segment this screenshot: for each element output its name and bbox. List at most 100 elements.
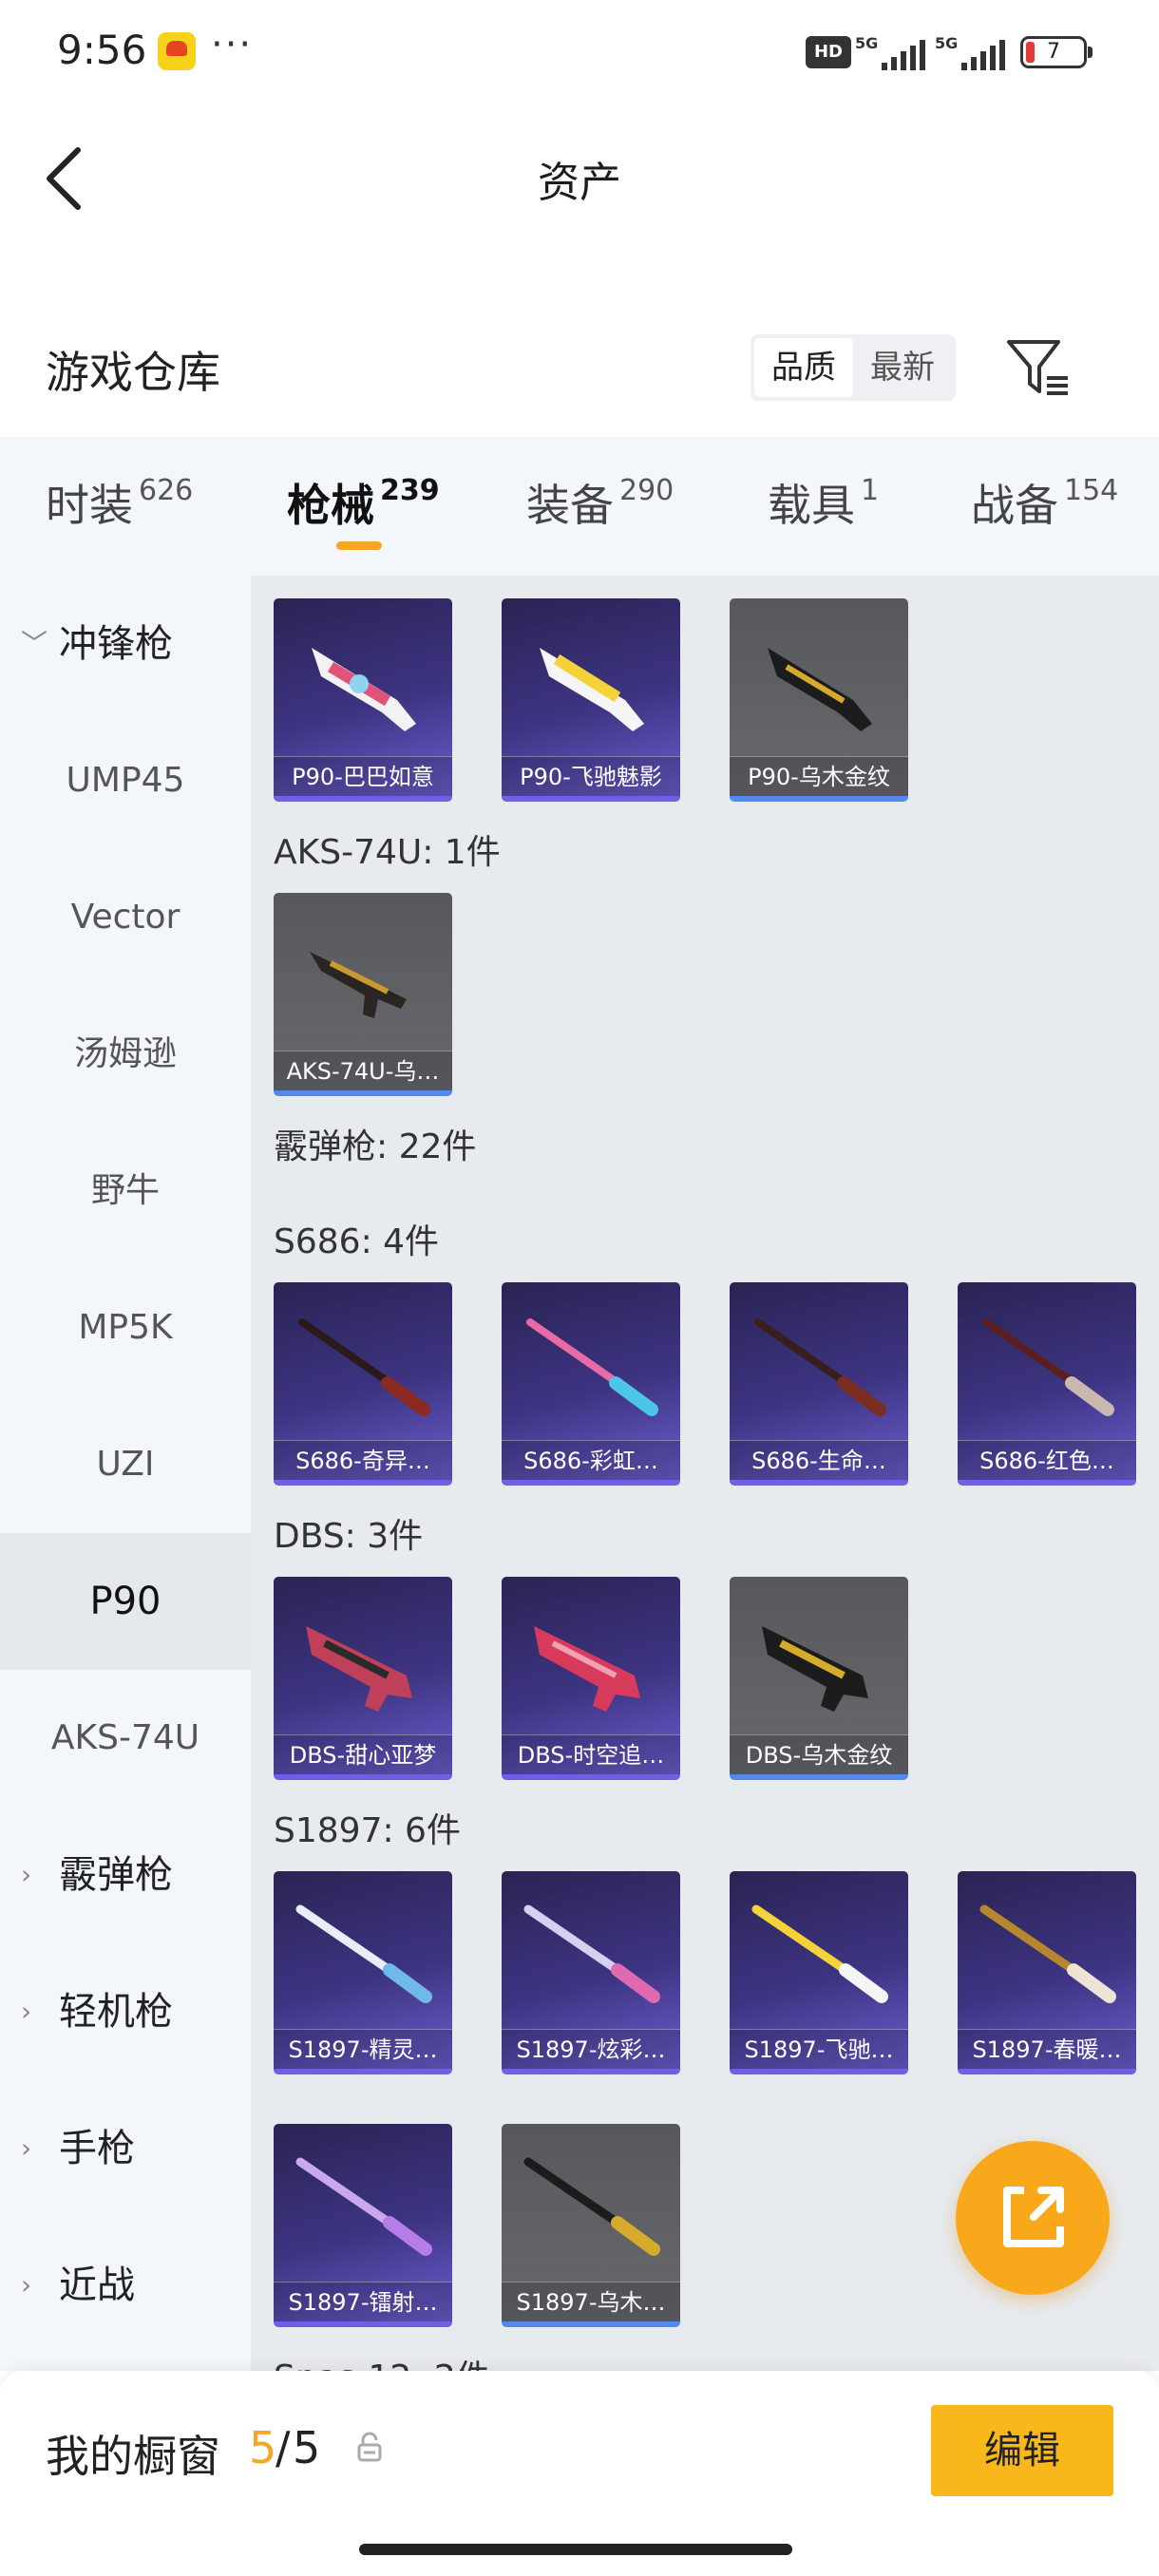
s1897-skin-icon bbox=[979, 1904, 1116, 2003]
sidebar-item-uzi[interactable]: UZI bbox=[0, 1396, 251, 1533]
home-indicator[interactable] bbox=[359, 2544, 792, 2555]
sidebar-item-ump45[interactable]: UMP45 bbox=[0, 712, 251, 849]
item-card[interactable]: S1897-乌木… bbox=[502, 2124, 680, 2327]
section-header-shotgun: 霰弹枪: 22件 bbox=[274, 1127, 477, 1166]
share-button[interactable] bbox=[956, 2141, 1110, 2295]
sidebar-item-pistol[interactable]: › 手枪 bbox=[0, 2080, 251, 2217]
item-card[interactable]: DBS-乌木金纹 bbox=[730, 1577, 908, 1780]
sidebar-item-smg[interactable]: ﹀ 冲锋枪 bbox=[0, 576, 251, 712]
hd-icon: HD bbox=[806, 36, 851, 68]
app-notification-icon bbox=[158, 32, 196, 70]
tab-equipment[interactable]: 装备 290 bbox=[526, 471, 674, 534]
dbs-skin-icon bbox=[306, 1626, 412, 1712]
sidebar-item-p90[interactable]: P90 bbox=[0, 1533, 251, 1670]
sort-newest-button[interactable]: 最新 bbox=[853, 338, 952, 397]
tab-label: 时装 bbox=[46, 480, 133, 531]
sort-quality-button[interactable]: 品质 bbox=[754, 338, 853, 397]
tab-count: 290 bbox=[619, 474, 674, 507]
s686-skin-icon bbox=[982, 1318, 1114, 1416]
item-card[interactable]: S1897-镭射… bbox=[274, 2124, 452, 2327]
item-card[interactable]: AKS-74U-乌… bbox=[274, 893, 452, 1096]
showcase-separator: / bbox=[276, 2422, 291, 2473]
sidebar-item-shotgun[interactable]: › 霰弹枪 bbox=[0, 1807, 251, 1943]
page-title: 资产 bbox=[538, 159, 621, 207]
tab-firearms[interactable]: 枪械 239 bbox=[287, 471, 440, 534]
p90-skin-icon bbox=[768, 648, 872, 731]
item-card[interactable]: S686-生命… bbox=[730, 1282, 908, 1486]
sidebar-item-label: 轻机枪 bbox=[59, 1990, 173, 2034]
item-card[interactable]: S686-奇异… bbox=[274, 1282, 452, 1486]
s1897-skin-icon bbox=[523, 2157, 660, 2256]
chevron-right-icon: › bbox=[21, 1996, 32, 2027]
item-card[interactable]: S686-红色… bbox=[958, 1282, 1136, 1486]
item-name: S686-彩虹… bbox=[502, 1440, 680, 1480]
section-header-aks74u: AKS-74U: 1件 bbox=[274, 833, 501, 872]
tab-count: 239 bbox=[380, 474, 440, 507]
chevron-right-icon: › bbox=[21, 2132, 32, 2164]
s686-skin-icon bbox=[298, 1318, 430, 1416]
item-name: S1897-镭射… bbox=[274, 2282, 452, 2321]
tab-label: 装备 bbox=[526, 480, 614, 531]
item-name: DBS-乌木金纹 bbox=[730, 1734, 908, 1774]
status-time: 9:56 bbox=[57, 27, 147, 73]
aks74u-skin-icon bbox=[310, 952, 407, 1018]
showcase-bar: 我的橱窗 5 / 5 编辑 bbox=[0, 2371, 1159, 2576]
item-card[interactable]: S1897-精灵… bbox=[274, 1871, 452, 2074]
sort-toggle: 品质 最新 bbox=[750, 334, 956, 401]
item-card[interactable]: P90-飞驰魅影 bbox=[502, 598, 680, 802]
tab-active-indicator bbox=[336, 541, 382, 550]
item-card[interactable]: P90-巴巴如意 bbox=[274, 598, 452, 802]
p90-skin-icon bbox=[312, 648, 416, 731]
item-card[interactable]: DBS-甜心亚梦 bbox=[274, 1577, 452, 1780]
item-name: DBS-甜心亚梦 bbox=[274, 1734, 452, 1774]
dbs-skin-icon bbox=[534, 1626, 640, 1712]
sidebar-item-bizon[interactable]: 野牛 bbox=[0, 1123, 251, 1260]
item-card[interactable]: S1897-春暖… bbox=[958, 1871, 1136, 2074]
tab-label: 载具 bbox=[768, 480, 855, 531]
chevron-down-icon: ﹀ bbox=[21, 628, 48, 659]
weapon-grid: P90-巴巴如意 P90-飞驰魅影 P90-乌木金纹 AKS-74U: 1件 A… bbox=[251, 576, 1159, 2371]
section-header-spas12: Spas-12: 2件 bbox=[274, 2350, 490, 2371]
sidebar-item-vector[interactable]: Vector bbox=[0, 849, 251, 986]
s1897-skin-icon bbox=[295, 2157, 432, 2256]
s686-skin-icon bbox=[526, 1318, 658, 1416]
showcase-label: 我的橱窗 bbox=[46, 2431, 220, 2482]
filter-icon[interactable] bbox=[1005, 336, 1072, 399]
tab-label: 战备 bbox=[971, 480, 1058, 531]
signal-icon: 5G bbox=[855, 34, 927, 72]
item-name: AKS-74U-乌… bbox=[274, 1051, 452, 1090]
lock-icon bbox=[357, 2432, 382, 2462]
sidebar-item-melee[interactable]: › 近战 bbox=[0, 2217, 251, 2354]
item-card[interactable]: S686-彩虹… bbox=[502, 1282, 680, 1486]
item-name: S1897-飞驰… bbox=[730, 2029, 908, 2069]
warehouse-title: 游戏仓库 bbox=[46, 347, 220, 398]
tab-supplies[interactable]: 战备 154 bbox=[971, 471, 1118, 534]
sidebar-item-mp5k[interactable]: MP5K bbox=[0, 1260, 251, 1396]
edit-button[interactable]: 编辑 bbox=[931, 2405, 1113, 2496]
tab-fashion[interactable]: 时装 626 bbox=[46, 471, 193, 534]
sidebar-item-thompson[interactable]: 汤姆逊 bbox=[0, 986, 251, 1123]
sidebar-item-aks74u[interactable]: AKS-74U bbox=[0, 1670, 251, 1807]
section-header-dbs: DBS: 3件 bbox=[274, 1517, 424, 1556]
signal-icon-2: 5G bbox=[935, 34, 1007, 72]
tab-label: 枪械 bbox=[287, 480, 374, 531]
sidebar-item-lmg[interactable]: › 轻机枪 bbox=[0, 1943, 251, 2080]
tab-count: 154 bbox=[1064, 474, 1119, 507]
item-name: P90-巴巴如意 bbox=[274, 756, 452, 796]
item-name: S1897-炫彩… bbox=[502, 2029, 680, 2069]
item-card[interactable]: S1897-炫彩… bbox=[502, 1871, 680, 2074]
section-header-s686: S686: 4件 bbox=[274, 1222, 440, 1261]
item-card[interactable]: S1897-飞驰… bbox=[730, 1871, 908, 2074]
item-card[interactable]: P90-乌木金纹 bbox=[730, 598, 908, 802]
item-name: S686-红色… bbox=[958, 1440, 1136, 1480]
item-name: P90-乌木金纹 bbox=[730, 756, 908, 796]
item-name: S686-奇异… bbox=[274, 1440, 452, 1480]
dbs-skin-icon bbox=[762, 1626, 868, 1712]
sidebar-item-label: 冲锋枪 bbox=[59, 622, 173, 666]
chevron-right-icon: › bbox=[21, 2269, 32, 2301]
item-card[interactable]: DBS-时空追… bbox=[502, 1577, 680, 1780]
s1897-skin-icon bbox=[295, 1904, 432, 2003]
sidebar-item-label: 手枪 bbox=[59, 2127, 135, 2170]
chevron-right-icon: › bbox=[21, 1859, 32, 1890]
tab-vehicles[interactable]: 载具 1 bbox=[768, 471, 879, 534]
